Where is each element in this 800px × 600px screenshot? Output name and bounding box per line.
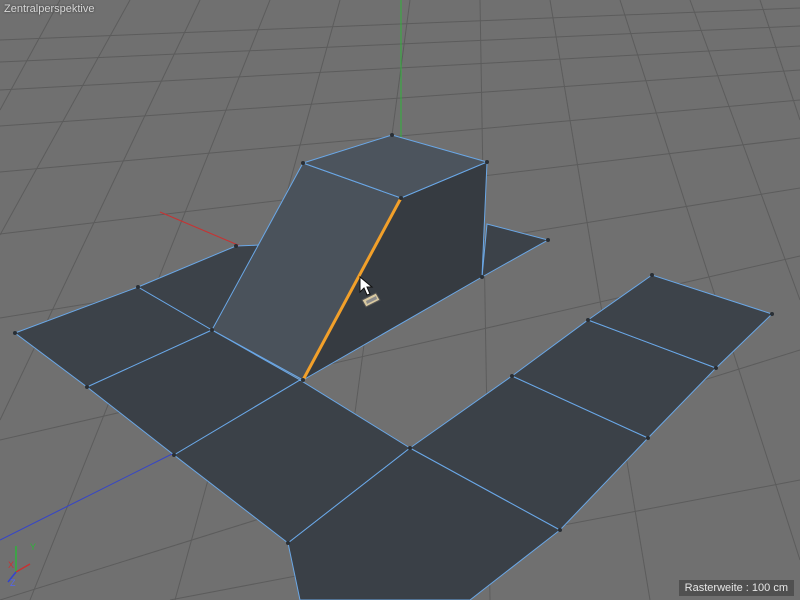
gizmo-y-label: Y <box>30 542 36 552</box>
3d-viewport[interactable]: Zentralperspektive Y X Z Rasterweite : 1… <box>0 0 800 600</box>
viewport-title[interactable]: Zentralperspektive <box>4 3 95 15</box>
grid-spacing-label: Rasterweite : 100 cm <box>678 580 794 596</box>
gizmo-z-label: Z <box>10 578 16 588</box>
axis-gizmo-icon: Y X Z <box>7 542 36 588</box>
gizmo-x-label: X <box>8 560 14 570</box>
viewport-scene[interactable] <box>0 0 800 600</box>
